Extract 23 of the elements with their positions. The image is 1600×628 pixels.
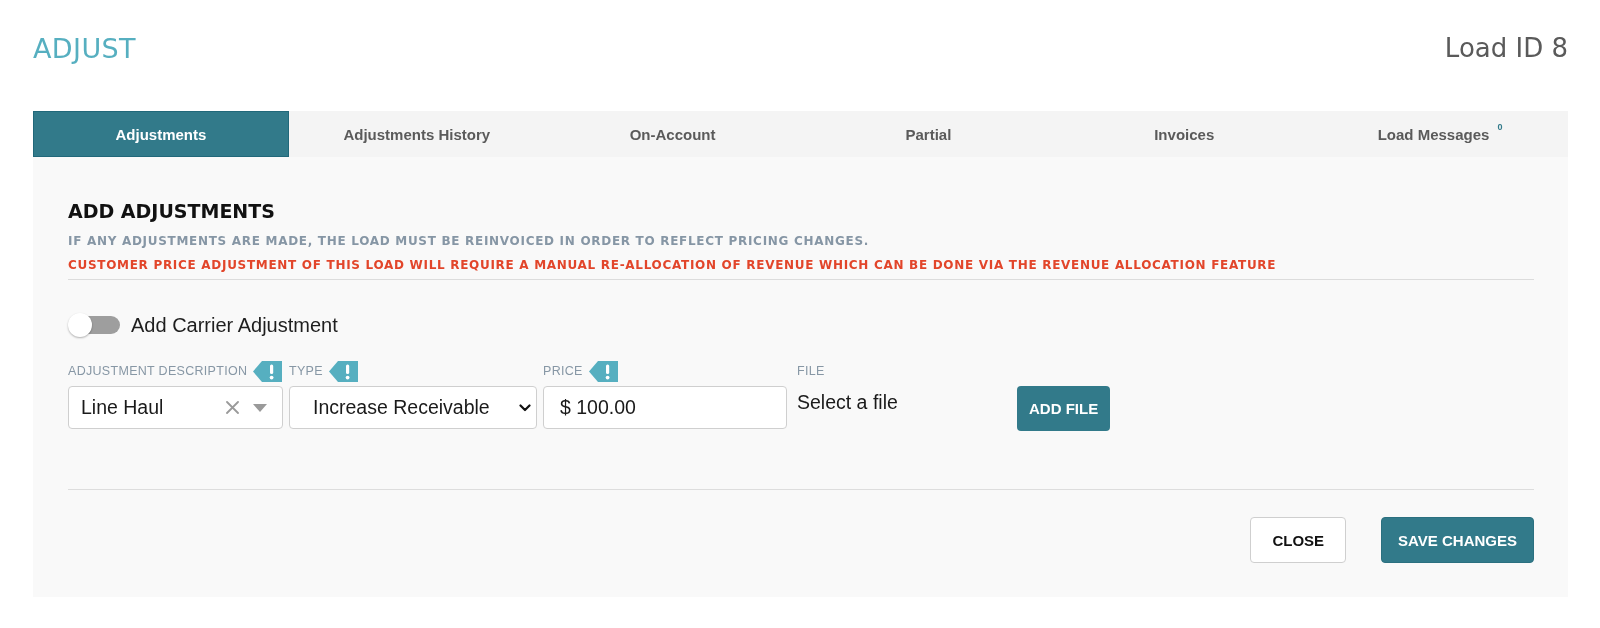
file-status-text: Select a file (797, 390, 899, 413)
tab[interactable]: Adjustments (33, 111, 289, 157)
type-select[interactable]: Increase Receivable (289, 386, 537, 429)
chevron-down-icon (519, 403, 531, 412)
load-id-text: Load ID 8 (1444, 33, 1568, 63)
field-label: PRICE (543, 364, 583, 378)
price-field[interactable]: $ 100.00 (543, 386, 787, 429)
clear-icon[interactable] (226, 401, 239, 414)
field-label: FILE (797, 364, 825, 378)
message-count-text: 0 (1497, 122, 1503, 132)
notice-text: IF ANY ADJUSTMENTS ARE MADE, THE LOAD MUST BE REINVOICED IN ORDER TO REFLECT PRICING CHANGES. (68, 234, 870, 248)
close-button[interactable]: CLOSE (1250, 517, 1347, 563)
caret-icon (253, 403, 267, 412)
warning-text: CUSTOMER PRICE ADJUSTMENT OF THIS LOAD WILL REQUIRE A MANUAL RE-ALLOCATION OF REVENUE WHICH CAN BE DONE VIA THE REVENUE ALLOCATION FEATURE (68, 258, 1278, 272)
toggle-switch[interactable] (68, 313, 120, 337)
add-file-button[interactable]: ADD FILE (1017, 386, 1111, 431)
section-title: ADD ADJUSTMENTS (68, 200, 276, 222)
field-label: ADJUSTMENT DESCRIPTION (68, 364, 248, 378)
description-combo-box[interactable]: Line Haul (68, 386, 283, 429)
page-title: ADJUST (33, 32, 137, 64)
save-changes-button[interactable]: SAVE CHANGES (1381, 517, 1534, 563)
toggle-label: Add Carrier Adjustment (131, 313, 338, 337)
field-label: TYPE (289, 364, 323, 378)
